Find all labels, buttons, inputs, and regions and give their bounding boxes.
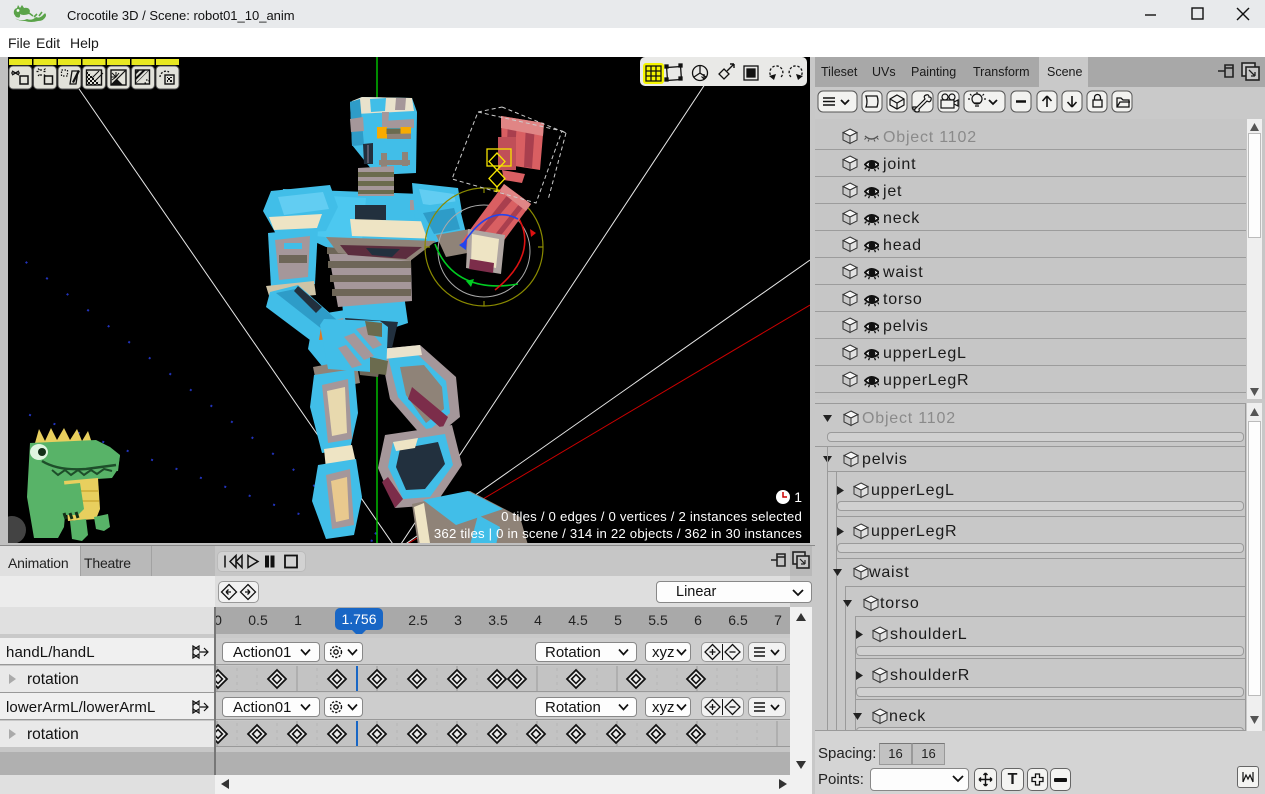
svg-text:362 tiles | 0 in scene / 314 i: 362 tiles | 0 in scene / 314 in 22 objec… <box>434 526 802 541</box>
svg-text:0 tiles / 0 edges / 0 vertices: 0 tiles / 0 edges / 0 vertices / 2 insta… <box>501 509 802 524</box>
svg-text:1: 1 <box>794 489 802 505</box>
svg-text:1.756: 1.756 <box>341 611 376 627</box>
